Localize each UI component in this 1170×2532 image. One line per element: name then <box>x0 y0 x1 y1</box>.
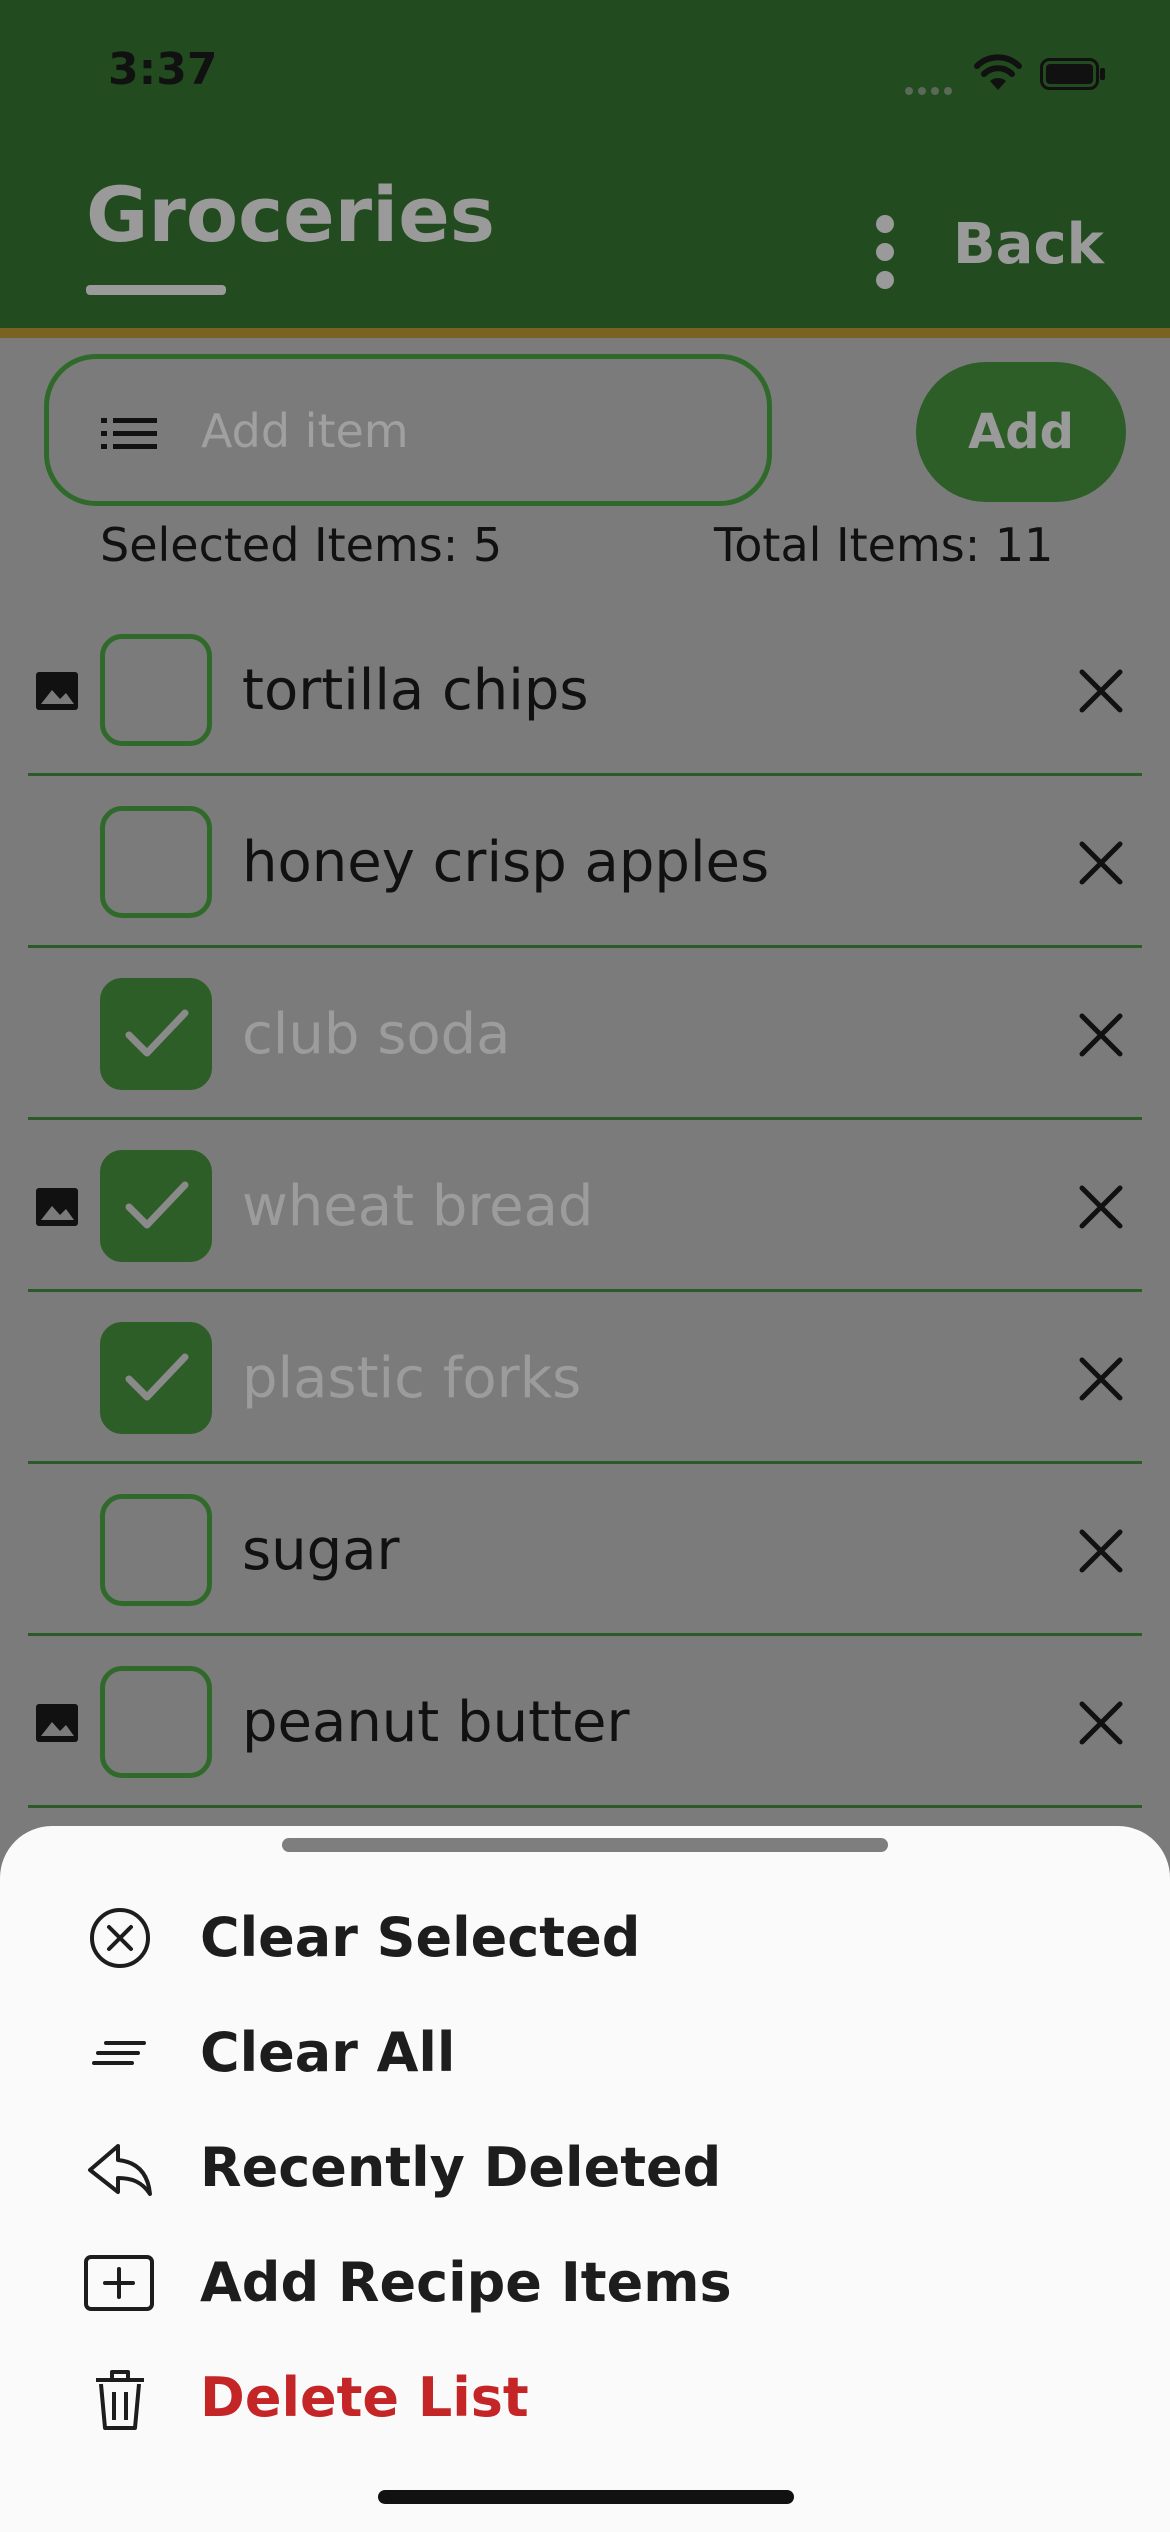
item-label[interactable]: sugar <box>242 1518 400 1583</box>
item-label[interactable]: honey crisp apples <box>242 830 769 895</box>
close-icon[interactable] <box>1076 1182 1126 1232</box>
add-recipe-items-label: Add Recipe Items <box>200 2251 732 2314</box>
item-label[interactable]: plastic forks <box>242 1346 581 1411</box>
add-button[interactable]: Add <box>916 362 1126 502</box>
selected-items-count: Selected Items: 5 <box>100 518 503 572</box>
item-label[interactable]: club soda <box>242 1002 511 1067</box>
add-item-input[interactable] <box>199 397 723 465</box>
item-label[interactable]: tortilla chips <box>242 658 589 723</box>
list-item: plastic forks <box>0 1292 1170 1464</box>
wifi-icon <box>974 54 1022 90</box>
delete-list-button[interactable]: Delete List <box>0 2342 1170 2452</box>
image-icon[interactable] <box>36 1704 78 1742</box>
clear-selected-button[interactable]: Clear Selected <box>0 1882 1170 1992</box>
item-label[interactable]: peanut butter <box>242 1690 630 1755</box>
clear-all-button[interactable]: Clear All <box>0 1997 1170 2107</box>
clear-all-label: Clear All <box>200 2021 456 2084</box>
clear-selected-label: Clear Selected <box>200 1906 641 1969</box>
list-icon <box>101 418 157 449</box>
lines-icon <box>92 2041 146 2065</box>
item-label[interactable]: wheat bread <box>242 1174 593 1239</box>
close-icon[interactable] <box>1076 1354 1126 1404</box>
signal-icon <box>905 80 959 95</box>
image-icon[interactable] <box>36 672 78 710</box>
battery-icon <box>1040 58 1105 90</box>
reply-arrow-icon <box>88 2144 152 2196</box>
delete-list-label: Delete List <box>200 2366 529 2429</box>
close-icon[interactable] <box>1076 666 1126 716</box>
item-checkbox[interactable] <box>100 1322 212 1434</box>
header-divider <box>0 328 1170 338</box>
add-item-field[interactable] <box>44 354 772 506</box>
square-plus-icon <box>84 2255 154 2311</box>
trash-icon <box>96 2370 144 2430</box>
checkmark-icon <box>125 1181 189 1229</box>
add-recipe-items-button[interactable]: Add Recipe Items <box>0 2227 1170 2337</box>
recently-deleted-label: Recently Deleted <box>200 2136 722 2199</box>
checkmark-icon <box>125 1009 189 1057</box>
list-item: wheat bread <box>0 1120 1170 1292</box>
status-time: 3:37 <box>108 44 218 95</box>
close-icon[interactable] <box>1076 838 1126 888</box>
list-item: peanut butter <box>0 1636 1170 1808</box>
list-item: honey crisp apples <box>0 776 1170 948</box>
close-icon[interactable] <box>1076 1698 1126 1748</box>
back-button[interactable]: Back <box>953 212 1104 277</box>
item-checkbox[interactable] <box>100 1150 212 1262</box>
circle-x-icon <box>90 1908 150 1968</box>
recently-deleted-button[interactable]: Recently Deleted <box>0 2112 1170 2222</box>
total-items-count: Total Items: 11 <box>714 518 1054 572</box>
item-checkbox[interactable] <box>100 1494 212 1606</box>
item-checkbox[interactable] <box>100 978 212 1090</box>
page-title: Groceries <box>86 170 495 259</box>
sheet-grabber[interactable] <box>282 1838 888 1852</box>
item-checkbox[interactable] <box>100 806 212 918</box>
checkmark-icon <box>125 1353 189 1401</box>
home-indicator <box>378 2490 794 2504</box>
more-options-icon[interactable] <box>876 215 898 299</box>
list-item: tortilla chips <box>0 604 1170 776</box>
item-checkbox[interactable] <box>100 634 212 746</box>
list-item: club soda <box>0 948 1170 1120</box>
row-divider <box>28 1805 1142 1808</box>
item-checkbox[interactable] <box>100 1666 212 1778</box>
close-icon[interactable] <box>1076 1526 1126 1576</box>
title-underline <box>86 285 226 295</box>
close-icon[interactable] <box>1076 1010 1126 1060</box>
list-item: sugar <box>0 1464 1170 1636</box>
image-icon[interactable] <box>36 1188 78 1226</box>
